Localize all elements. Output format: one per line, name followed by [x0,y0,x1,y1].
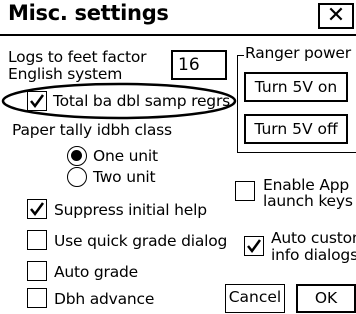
dbh-advance-checkbox[interactable] [27,288,47,308]
check-icon [30,94,45,109]
enable-app-checkbox[interactable] [235,181,255,201]
total-ba-checkbox[interactable] [27,91,47,111]
logs-factor-label-line2: English system [8,65,123,83]
enable-app-label-line2: launch keys [263,192,353,210]
logs-factor-input[interactable]: 16 [171,50,227,80]
one-unit-label: One unit [93,147,158,165]
check-icon [30,202,45,217]
title-divider [0,34,356,36]
two-unit-label: Two unit [93,168,156,186]
ok-button[interactable]: OK [296,284,356,313]
close-button[interactable]: ✕ [318,3,354,29]
quick-grade-label: Use quick grade dialog [54,232,228,250]
auto-grade-checkbox[interactable] [27,261,47,281]
auto-custom-label-line1: Auto custom [271,229,356,247]
window-title: Misc. settings [8,1,169,25]
dbh-advance-label: Dbh advance [54,290,155,308]
logs-factor-label-line1: Logs to feet factor [8,48,147,66]
one-unit-radio[interactable] [67,146,87,166]
title-bar: Misc. settings ✕ [0,0,356,32]
auto-custom-label-line2: info dialogs [271,246,356,264]
turn-5v-on-button[interactable]: Turn 5V on [244,72,348,102]
paper-tally-label: Paper tally idbh class [12,121,172,139]
quick-grade-checkbox[interactable] [27,230,47,250]
suppress-help-label: Suppress initial help [54,201,207,219]
auto-grade-label: Auto grade [54,263,138,281]
turn-5v-off-button[interactable]: Turn 5V off [244,114,348,144]
auto-custom-checkbox[interactable] [244,236,264,256]
ranger-power-title: Ranger power – [244,44,356,62]
radio-selected-dot [71,150,82,161]
close-icon: ✕ [326,3,346,28]
total-ba-label: Total ba dbl samp regrs [53,92,230,110]
cancel-button[interactable]: Cancel [225,284,285,313]
two-unit-radio[interactable] [67,167,87,187]
suppress-help-checkbox[interactable] [27,199,47,219]
check-icon [247,239,262,254]
